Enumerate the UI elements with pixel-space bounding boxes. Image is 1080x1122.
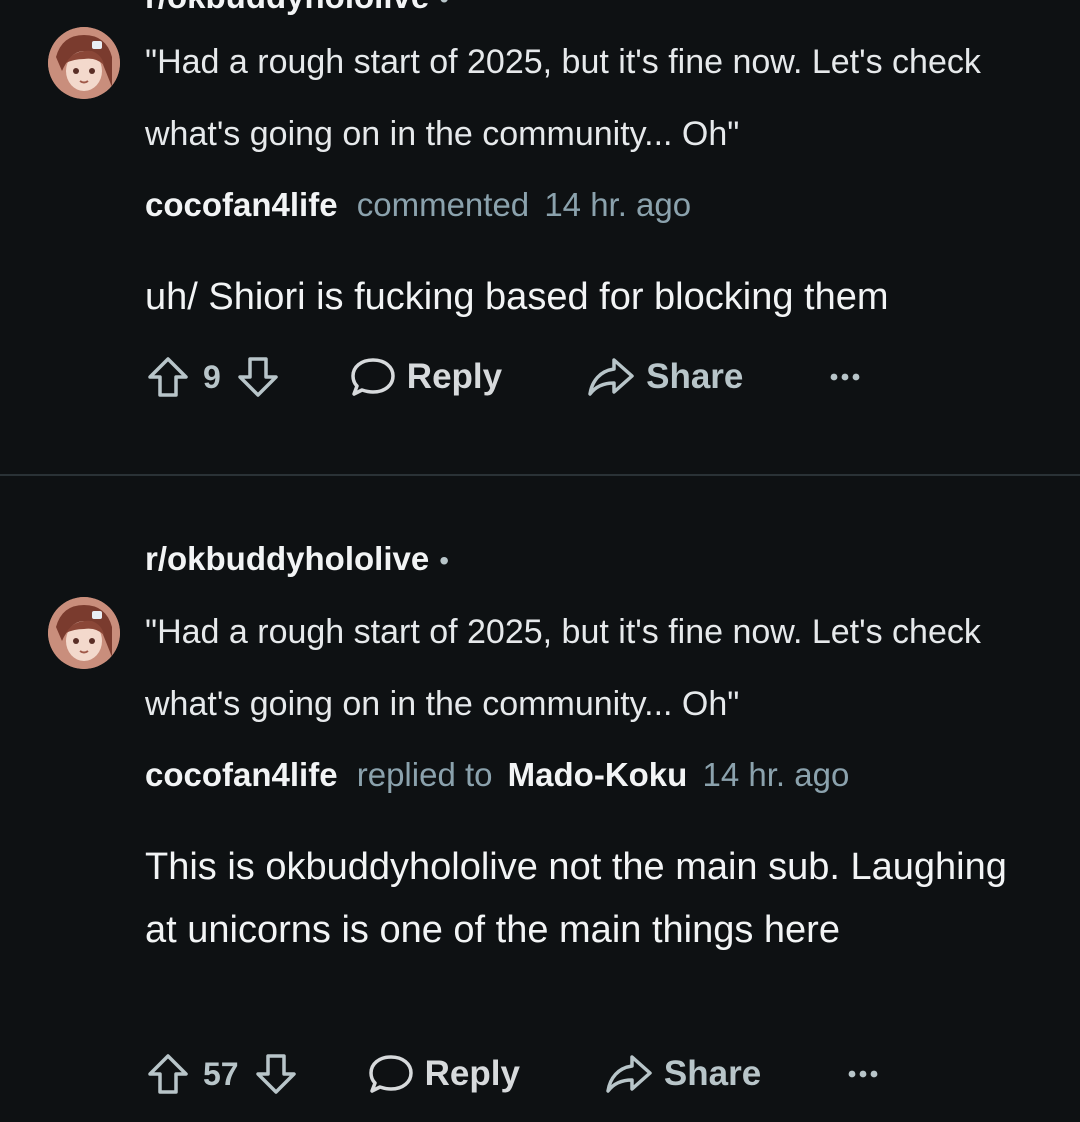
- reply-label: Reply: [406, 357, 503, 396]
- avatar-image: [48, 597, 120, 669]
- reply-button[interactable]: Reply: [349, 355, 502, 399]
- upvote-arrow-icon[interactable]: [145, 1051, 191, 1097]
- comment-text: uh/ Shiori is fucking based for blocking…: [145, 276, 889, 318]
- share-button[interactable]: Share: [586, 355, 743, 399]
- share-label: Share: [663, 1054, 762, 1093]
- upvote-arrow-icon[interactable]: [145, 354, 191, 400]
- comment-action: commented: [356, 186, 530, 223]
- share-button[interactable]: Share: [604, 1052, 761, 1096]
- comment-time: 14 hr. ago: [544, 186, 692, 223]
- comment-meta: cocofan4life commented 14 hr. ago: [145, 186, 691, 224]
- more-options-button[interactable]: [847, 1068, 879, 1080]
- speech-bubble-icon: [367, 1052, 415, 1096]
- speech-bubble-icon: [349, 355, 397, 399]
- vote-control: 9: [145, 354, 281, 400]
- subreddit-link[interactable]: r/okbuddyhololive •: [145, 540, 449, 578]
- comment-action: replied to: [356, 756, 493, 793]
- comment-time: 14 hr. ago: [702, 756, 850, 793]
- comment-action-bar: 57 Reply Share: [145, 1044, 879, 1104]
- subreddit-name[interactable]: r/okbuddyhololive: [145, 540, 429, 577]
- vote-count: 57: [203, 1055, 239, 1092]
- share-arrow-icon: [604, 1052, 654, 1096]
- comment-author[interactable]: cocofan4life: [145, 756, 338, 793]
- downvote-arrow-icon[interactable]: [253, 1051, 299, 1097]
- reply-target-user[interactable]: Mado-Koku: [508, 756, 688, 793]
- comment-meta: cocofan4life replied to Mado-Koku 14 hr.…: [145, 756, 849, 794]
- separator-dot: •: [439, 545, 450, 576]
- subreddit-name[interactable]: r/okbuddyhololive: [145, 0, 429, 15]
- post-title[interactable]: "Had a rough start of 2025, but it's fin…: [145, 26, 1045, 170]
- more-options-button[interactable]: [829, 371, 861, 383]
- ellipsis-icon: [847, 1068, 879, 1080]
- comment-action-bar: 9 Reply Share: [145, 347, 861, 407]
- comment-card[interactable]: r/okbuddyhololive • "Had a rough start of…: [0, 0, 1080, 475]
- avatar[interactable]: [48, 27, 120, 99]
- reply-button[interactable]: Reply: [367, 1052, 520, 1096]
- downvote-arrow-icon[interactable]: [235, 354, 281, 400]
- comment-author[interactable]: cocofan4life: [145, 186, 338, 223]
- share-label: Share: [646, 357, 744, 396]
- post-title[interactable]: "Had a rough start of 2025, but it's fin…: [145, 596, 1045, 740]
- vote-count: 9: [203, 358, 221, 395]
- avatar[interactable]: [48, 597, 120, 669]
- comment-text: This is okbuddyhololive not the main sub…: [145, 846, 1007, 951]
- reply-label: Reply: [424, 1054, 520, 1093]
- share-arrow-icon: [586, 355, 636, 399]
- separator-dot: •: [439, 0, 449, 14]
- ellipsis-icon: [829, 371, 861, 383]
- subreddit-link[interactable]: r/okbuddyhololive •: [145, 0, 449, 16]
- vote-control: 57: [145, 1051, 299, 1097]
- comment-card[interactable]: r/okbuddyhololive • "Had a rough start of…: [0, 476, 1080, 1122]
- avatar-image: [48, 27, 120, 99]
